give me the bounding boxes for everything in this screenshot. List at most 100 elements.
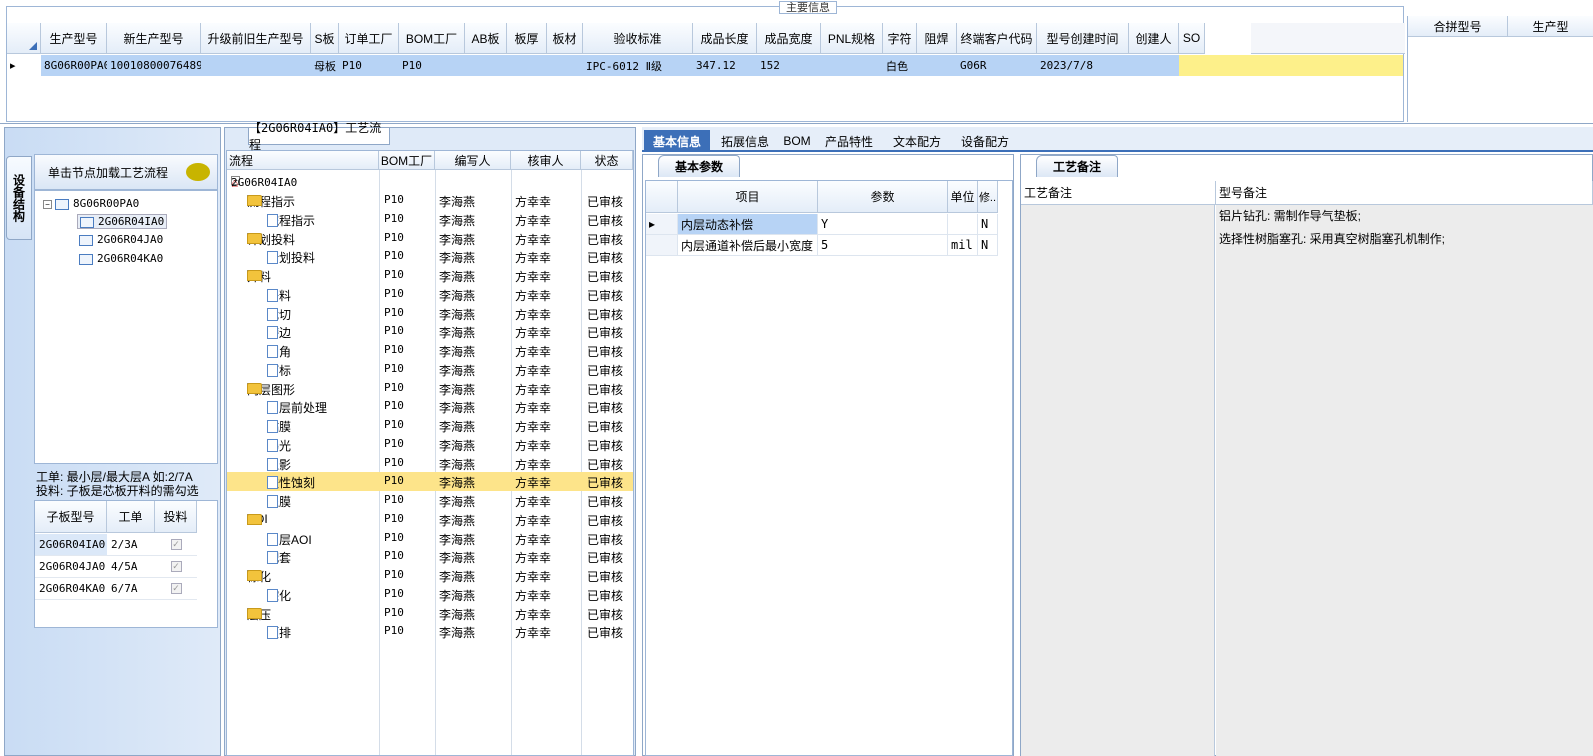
process-group-row[interactable]: −计划投料 P10 李海燕 方幸幸 已审核	[227, 229, 633, 248]
param-unit-cell[interactable]	[948, 214, 978, 235]
param-value-cell[interactable]: 5	[818, 235, 948, 256]
cell-s-board[interactable]: 母板	[311, 55, 339, 76]
process-step-row[interactable]: 退膜 P10 李海燕 方幸幸 已审核	[227, 491, 633, 510]
cell-thickness[interactable]	[507, 55, 547, 76]
process-group-row[interactable]: −棕化 P10 李海燕 方幸幸 已审核	[227, 566, 633, 585]
process-group-row[interactable]: −AOI P10 李海燕 方幸幸 已审核	[227, 510, 633, 529]
sub-order-cell[interactable]: 6/7A	[107, 578, 155, 600]
col-modify[interactable]: 修..	[978, 181, 998, 213]
cell-order-factory[interactable]: P10	[339, 55, 399, 76]
sub-order-cell[interactable]: 2/3A	[107, 534, 155, 556]
tree-node-child-2[interactable]: 2G06R04KA0	[79, 252, 163, 265]
model-note-text[interactable]	[1216, 205, 1593, 756]
col-header-new-prod-model[interactable]: 新生产型号	[107, 23, 201, 54]
process-group-row[interactable]: −开料 P10 李海燕 方幸幸 已审核	[227, 266, 633, 285]
sub-feed-checkbox[interactable]: ✓	[155, 534, 197, 556]
col-header-customer-code[interactable]: 终端客户代码	[957, 23, 1037, 54]
cell-solder-mask[interactable]	[917, 55, 957, 76]
process-step-row[interactable]: 贴膜 P10 李海燕 方幸幸 已审核	[227, 416, 633, 435]
cell-ab-board[interactable]	[465, 55, 507, 76]
cell-new-prod-model[interactable]: 10010800076489	[107, 55, 201, 76]
process-step-row[interactable]: 圆角 P10 李海燕 方幸幸 已审核	[227, 341, 633, 360]
tab-basic-params[interactable]: 基本参数	[658, 155, 740, 177]
merge-prod-header[interactable]: 生产型	[1508, 16, 1593, 37]
cell-standard[interactable]: IPC-6012 Ⅱ级	[583, 55, 693, 76]
row-selector[interactable]	[646, 235, 678, 256]
param-value-cell[interactable]: Y	[818, 214, 948, 235]
cell-prod-model[interactable]: 8G06R00PA0	[41, 55, 107, 76]
process-step-row[interactable]: 裁切 P10 李海燕 方幸幸 已审核	[227, 304, 633, 323]
param-item-cell[interactable]: 内层动态补偿	[678, 214, 818, 235]
process-step-row[interactable]: 配套 P10 李海燕 方幸幸 已审核	[227, 547, 633, 566]
col-header-length[interactable]: 成品长度	[693, 23, 757, 54]
cell-old-model[interactable]	[201, 55, 311, 76]
merge-model-header[interactable]: 合拼型号	[1408, 16, 1508, 37]
tree-node-child-0[interactable]: 2G06R04IA0	[77, 214, 168, 229]
process-step-row[interactable]: 打标 P10 李海燕 方幸幸 已审核	[227, 360, 633, 379]
process-step-row[interactable]: 内层AOI P10 李海燕 方幸幸 已审核	[227, 529, 633, 548]
param-modify-cell[interactable]: N	[978, 214, 998, 235]
process-step-row[interactable]: 内层前处理 P10 李海燕 方幸幸 已审核	[227, 397, 633, 416]
col-header-solder-mask[interactable]: 阻焊	[917, 23, 957, 54]
tab-product-features[interactable]: 产品特性	[818, 130, 880, 152]
col-param[interactable]: 参数	[818, 181, 948, 213]
speech-bubble-icon[interactable]	[186, 163, 210, 181]
tab-bom[interactable]: BOM	[780, 130, 814, 152]
param-unit-cell[interactable]: mil	[948, 235, 978, 256]
cell-so[interactable]	[1179, 55, 1205, 76]
process-step-row[interactable]: 棕化 P10 李海燕 方幸幸 已审核	[227, 585, 633, 604]
sub-col-model[interactable]: 子板型号	[35, 501, 107, 533]
col-header-prod-model[interactable]: 生产型号	[41, 23, 107, 54]
col-header-ab-board[interactable]: AB板	[465, 23, 507, 54]
process-note-text[interactable]	[1021, 205, 1215, 756]
col-header-standard[interactable]: 验收标准	[583, 23, 693, 54]
param-modify-cell[interactable]: N	[978, 235, 998, 256]
col-header-s-board[interactable]: S板	[311, 23, 339, 54]
sub-feed-checkbox[interactable]: ✓	[155, 578, 197, 600]
process-group-row[interactable]: −内层图形 P10 李海燕 方幸幸 已审核	[227, 379, 633, 398]
col-header-char[interactable]: 字符	[883, 23, 917, 54]
sub-feed-checkbox[interactable]: ✓	[155, 556, 197, 578]
cell-char[interactable]: 白色	[883, 55, 917, 76]
process-step-row[interactable]: 开料 P10 李海燕 方幸幸 已审核	[227, 285, 633, 304]
tab-basic-info[interactable]: 基本信息	[644, 130, 710, 152]
sub-order-cell[interactable]: 4/5A	[107, 556, 155, 578]
tab-device-recipe[interactable]: 设备配方	[954, 130, 1016, 152]
process-group-row[interactable]: −层压 P10 李海燕 方幸幸 已审核	[227, 604, 633, 623]
col-header-so[interactable]: SO	[1179, 23, 1205, 54]
process-step-row[interactable]: 曝光 P10 李海燕 方幸幸 已审核	[227, 435, 633, 454]
row-selector[interactable]: ▸	[646, 214, 678, 235]
sub-model-cell[interactable]: 2G06R04JA0	[35, 556, 107, 578]
tab-extended-info[interactable]: 拓展信息	[712, 130, 778, 152]
col-header-creator[interactable]: 创建人	[1129, 23, 1179, 54]
cell-bom-factory[interactable]: P10	[399, 55, 465, 76]
col-header-bom-factory[interactable]: BOM工厂	[399, 23, 465, 54]
sub-model-cell[interactable]: 2G06R04KA0	[35, 578, 107, 600]
cell-creator[interactable]	[1129, 55, 1179, 76]
sub-model-cell[interactable]: 2G06R04IA0	[35, 534, 107, 556]
cell-pnl[interactable]	[821, 55, 883, 76]
col-writer[interactable]: 编写人	[435, 151, 511, 170]
col-bom-factory[interactable]: BOM工厂	[379, 151, 435, 170]
sub-col-feed[interactable]: 投料	[155, 501, 197, 533]
cell-created[interactable]: 2023/7/8	[1037, 55, 1129, 76]
col-reviewer[interactable]: 核审人	[511, 151, 581, 170]
process-group-row[interactable]: −流程指示 P10 李海燕 方幸幸 已审核	[227, 191, 633, 210]
tab-process-note[interactable]: 工艺备注	[1036, 155, 1118, 177]
cell-material[interactable]	[547, 55, 583, 76]
cell-width[interactable]: 152	[757, 55, 821, 76]
process-step-row[interactable]: 酸性蚀刻 P10 李海燕 方幸幸 已审核	[227, 472, 633, 491]
col-unit[interactable]: 单位	[948, 181, 978, 213]
col-header-width[interactable]: 成品宽度	[757, 23, 821, 54]
cell-length[interactable]: 347.12	[693, 55, 757, 76]
col-header-created[interactable]: 型号创建时间	[1037, 23, 1129, 54]
row-header-corner[interactable]	[7, 23, 41, 54]
col-header-thickness[interactable]: 板厚	[507, 23, 547, 54]
col-flow[interactable]: 流程	[227, 151, 379, 170]
tree-root-node[interactable]: −8G06R00PA0	[43, 197, 139, 210]
process-step-row[interactable]: 显影 P10 李海燕 方幸幸 已审核	[227, 454, 633, 473]
col-header-material[interactable]: 板材	[547, 23, 583, 54]
sub-col-order[interactable]: 工单	[107, 501, 155, 533]
collapse-icon[interactable]: −	[43, 200, 52, 209]
col-header-order-factory[interactable]: 订单工厂	[339, 23, 399, 54]
